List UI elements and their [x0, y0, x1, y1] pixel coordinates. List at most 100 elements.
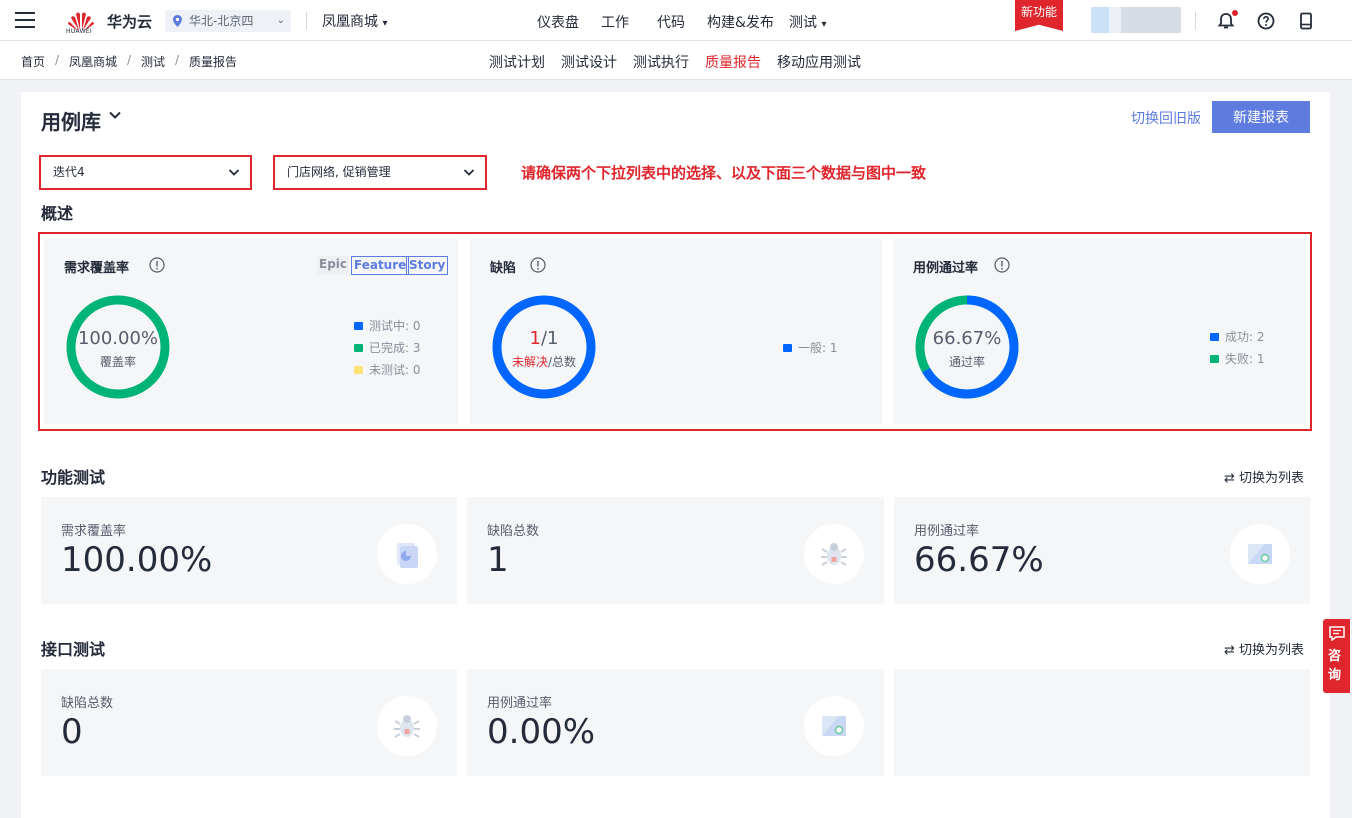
coverage-title: 需求覆盖率 [64, 261, 130, 276]
defects-count: 1/1 [491, 328, 597, 349]
main-panel: 用例库 切换回旧版 新建报表 迭代4 门店网络, 促销管理 请确保两个下拉列表中… [21, 92, 1330, 818]
nav-test-label: 测试 [789, 15, 817, 31]
breadcrumb-separator: / [55, 53, 60, 67]
functional-switch-to-list[interactable]: ⇄ 切换为列表 [1224, 467, 1304, 486]
tag-story[interactable]: Story [406, 256, 449, 275]
legend-value: 2 [1256, 330, 1265, 344]
module-select-value: 门店网络, 促销管理 [287, 165, 391, 179]
functional-test-title: 功能测试 [41, 468, 106, 487]
legend-normal: 一般: 1 [783, 337, 838, 359]
sub-header: 首页 / 凤凰商城 / 测试 / 质量报告 测试计划 测试设计 测试执行 质量报… [0, 41, 1352, 80]
nav-build-release[interactable]: 构建&发布 [707, 12, 774, 32]
module-select[interactable]: 门店网络, 促销管理 [273, 155, 487, 190]
nav-work[interactable]: 工作 [601, 12, 629, 32]
legend-value: 1 [829, 341, 838, 355]
legend-swatch [1210, 355, 1219, 363]
switch-old-version-link[interactable]: 切换回旧版 [1131, 108, 1201, 128]
pass-rate-caption: 通过率 [948, 355, 985, 369]
breadcrumb-current: 质量报告 [189, 55, 238, 69]
region-label: 华北-北京四 [189, 14, 254, 28]
breadcrumb-separator: / [127, 53, 132, 67]
api-pass-rate-card: 用例通过率 0.00% [467, 669, 884, 776]
legend-label: 未测试: [369, 363, 410, 377]
swap-icon: ⇄ [1224, 643, 1235, 658]
divider [306, 12, 307, 30]
chevron-down-icon: ⌄ [276, 15, 285, 26]
api-switch-to-list[interactable]: ⇄ 切换为列表 [1224, 639, 1304, 658]
info-icon[interactable] [149, 257, 165, 273]
notification-dot [1232, 10, 1238, 16]
region-selector[interactable]: 华北-北京四 ⌄ [165, 10, 291, 32]
divider [1195, 12, 1196, 30]
mobile-icon[interactable] [1296, 11, 1316, 31]
info-icon[interactable] [994, 257, 1010, 273]
brand-name[interactable]: 华为云 [107, 11, 152, 32]
stat-value: 66.67% [914, 540, 1044, 580]
legend-fail: 失败: 1 [1210, 348, 1265, 370]
defects-total: /1 [540, 328, 559, 349]
coverage-card: 需求覆盖率 Epic Feature Story 100.00% 覆盖率 测试中… [44, 239, 458, 424]
logo-text: HUAWEI [66, 28, 92, 35]
pass-rate-value: 66.67% [932, 328, 1002, 349]
chevron-down-icon[interactable] [108, 108, 122, 122]
info-icon[interactable] [530, 257, 546, 273]
defects-caption-total: /总数 [547, 355, 577, 369]
stat-value: 0.00% [487, 712, 596, 752]
stat-value: 100.00% [61, 540, 213, 580]
legend-value: 0 [412, 363, 421, 377]
chevron-down-icon: ▾ [382, 18, 388, 29]
new-report-button[interactable]: 新建报表 [1212, 101, 1310, 133]
api-empty-card [894, 669, 1310, 776]
coverage-caption: 覆盖率 [99, 355, 136, 369]
subnav-test-design[interactable]: 测试设计 [561, 52, 617, 72]
legend-swatch [354, 366, 363, 374]
stat-label: 用例通过率 [487, 696, 553, 711]
bug-icon [804, 524, 864, 584]
consult-button[interactable]: 咨询 [1323, 619, 1350, 693]
stat-label: 缺陷总数 [61, 696, 114, 711]
subnav-mobile-testing[interactable]: 移动应用测试 [777, 52, 861, 72]
defects-title: 缺陷 [490, 261, 517, 276]
tag-epic[interactable]: Epic [317, 256, 350, 275]
defects-caption-unresolved: 未解决 [511, 355, 548, 369]
switch-label: 切换为列表 [1239, 471, 1305, 486]
breadcrumb-test[interactable]: 测试 [141, 53, 165, 70]
tag-feature[interactable]: Feature [351, 256, 410, 275]
swap-icon: ⇄ [1224, 471, 1235, 486]
defects-caption: 未解决/总数 [491, 353, 597, 370]
project-label: 凤凰商城 [322, 14, 378, 30]
overview-highlight: 需求覆盖率 Epic Feature Story 100.00% 覆盖率 测试中… [38, 232, 1312, 431]
subnav-quality-report[interactable]: 质量报告 [705, 52, 761, 72]
stat-label: 需求覆盖率 [61, 524, 127, 539]
page-title[interactable]: 用例库 [41, 106, 101, 135]
legend-testing: 测试中: 0 [354, 315, 421, 337]
legend-label: 已完成: [369, 341, 410, 355]
pass-rate-title: 用例通过率 [913, 261, 979, 276]
legend-label: 测试中: [369, 319, 410, 333]
pass-document-icon [1230, 524, 1290, 584]
hamburger-menu-icon[interactable] [15, 12, 35, 28]
iteration-select[interactable]: 迭代4 [39, 155, 252, 190]
legend-value: 1 [1256, 352, 1265, 366]
subnav-test-execution[interactable]: 测试执行 [633, 52, 689, 72]
nav-code[interactable]: 代码 [657, 12, 685, 32]
coverage-value: 100.00% [77, 328, 159, 349]
stat-value: 1 [487, 540, 509, 580]
stat-label: 用例通过率 [914, 524, 980, 539]
nav-dashboard[interactable]: 仪表盘 [537, 12, 579, 32]
legend-completed: 已完成: 3 [354, 337, 421, 359]
breadcrumb-separator: / [175, 53, 180, 67]
document-chart-icon [377, 524, 437, 584]
api-defects-card: 缺陷总数 0 [41, 669, 457, 776]
project-selector[interactable]: 凤凰商城 ▾ [322, 11, 387, 31]
breadcrumb-home[interactable]: 首页 [21, 53, 45, 70]
new-feature-badge[interactable]: 新功能 [1015, 0, 1063, 31]
help-icon[interactable] [1256, 11, 1276, 31]
subnav-test-plan[interactable]: 测试计划 [489, 52, 545, 72]
nav-test[interactable]: 测试 ▾ [789, 12, 826, 32]
user-avatar[interactable] [1091, 7, 1181, 33]
legend-swatch [783, 344, 792, 352]
functional-coverage-card: 需求覆盖率 100.00% [41, 497, 457, 604]
annotation-note: 请确保两个下拉列表中的选择、以及下面三个数据与图中一致 [521, 164, 927, 182]
breadcrumb-project[interactable]: 凤凰商城 [69, 53, 117, 70]
